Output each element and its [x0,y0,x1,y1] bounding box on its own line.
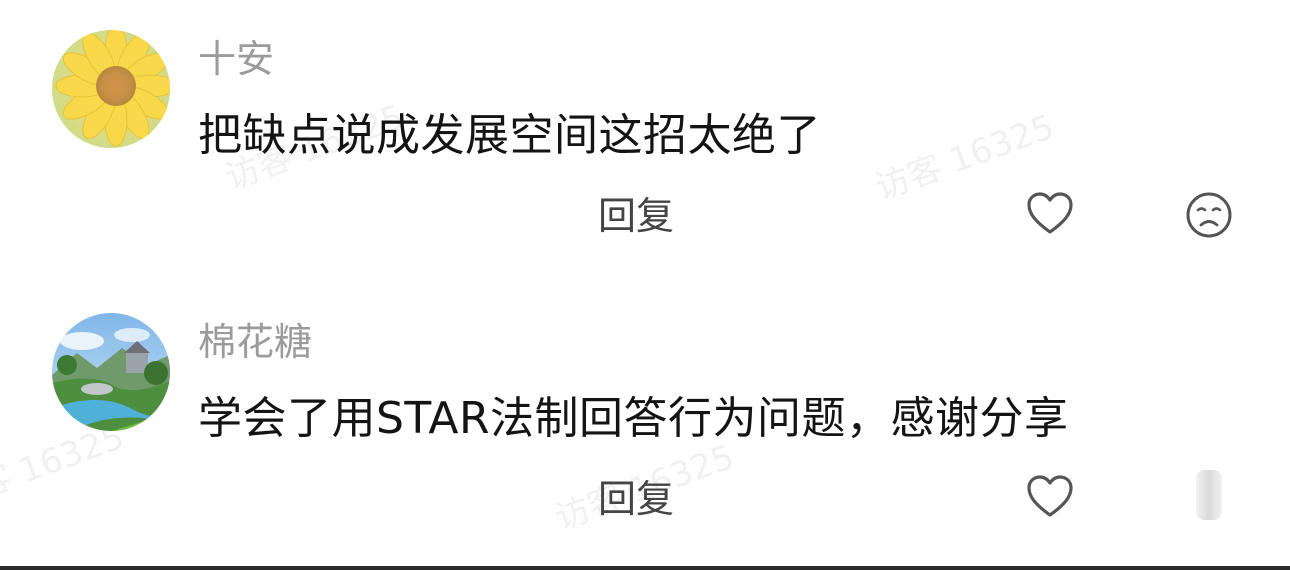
avatar[interactable] [52,30,170,148]
comment-text: 把缺点说成发展空间这招太绝了 [198,110,821,161]
reply-button[interactable]: 回复 [598,475,674,523]
scrollbar-thumb[interactable] [1196,470,1222,520]
reply-button[interactable]: 回复 [598,192,674,240]
sunflower-avatar-icon [52,30,170,148]
username[interactable]: 十安 [198,34,274,84]
sad-face-icon[interactable] [1184,190,1234,240]
landscape-avatar-icon [52,313,170,431]
heart-icon[interactable] [1024,188,1076,240]
heart-icon[interactable] [1024,471,1076,523]
comment-item: 棉花糖 学会了用STAR法制回答行为问题，感谢分享 回复 [0,283,1290,553]
divider [0,566,1290,570]
username[interactable]: 棉花糖 [198,317,312,367]
avatar[interactable] [52,313,170,431]
comment-text: 学会了用STAR法制回答行为问题，感谢分享 [198,393,1069,444]
comment-item: 十安 把缺点说成发展空间这招太绝了 回复 [0,0,1290,270]
